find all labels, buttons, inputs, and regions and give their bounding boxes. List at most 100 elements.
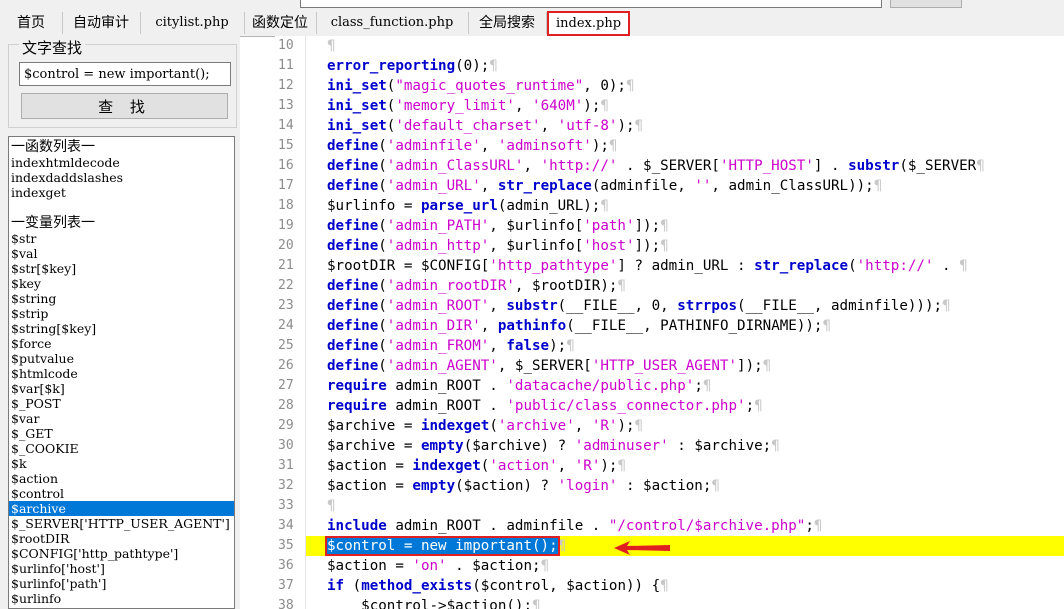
variable-list-item[interactable]: $var — [9, 411, 234, 426]
variable-list-item[interactable]: $str[$key] — [9, 261, 234, 276]
variable-list-item[interactable]: $archive — [9, 501, 234, 516]
tab-class-function-php[interactable]: class_function.php — [316, 12, 469, 34]
code-line[interactable]: error_reporting(0);¶ — [306, 56, 1064, 76]
tab-[interactable]: 全局搜索 — [468, 12, 547, 34]
code-line[interactable]: define('admin_ROOT', substr(__FILE__, 0,… — [306, 296, 1064, 316]
line-number: 17 — [278, 178, 294, 193]
code-line[interactable]: require admin_ROOT . 'public/class_conne… — [306, 396, 1064, 416]
variable-list-item[interactable]: $force — [9, 336, 234, 351]
code-text: ($action) ? — [455, 478, 558, 494]
code-line[interactable]: ini_set("magic_quotes_runtime", 0);¶ — [306, 76, 1064, 96]
code-string: 'admin_URL' — [386, 178, 481, 194]
variable-list-item[interactable]: $strip — [9, 306, 234, 321]
code-text: , — [480, 318, 498, 334]
code-line[interactable]: require admin_ROOT . 'datacache/public.p… — [306, 376, 1064, 396]
variable-list-item[interactable]: $_GET — [9, 426, 234, 441]
code-line[interactable]: define('admin_ClassURL', 'http://' . $_S… — [306, 156, 1064, 176]
variable-list-item[interactable]: $putvalue — [9, 351, 234, 366]
variable-list-item[interactable]: $control — [9, 486, 234, 501]
code-text: (__FILE__, 0, — [557, 298, 678, 314]
variable-list-item[interactable]: $action — [9, 471, 234, 486]
tab-index-php[interactable]: index.php — [547, 11, 630, 36]
variable-list-item[interactable]: $var[$k] — [9, 381, 234, 396]
code-line[interactable]: define('admin_http', $urlinfo['host']);¶ — [306, 236, 1064, 256]
code-line[interactable]: $action = indexget('action', 'R');¶ — [306, 456, 1064, 476]
pilcrow-mark: ¶ — [813, 518, 823, 534]
tab-[interactable]: 首页 — [0, 12, 63, 34]
code-line[interactable]: ¶ — [306, 496, 1064, 516]
code-text: ( — [378, 318, 387, 334]
variable-list-item[interactable]: $urlinfo — [9, 591, 234, 606]
variable-list-item[interactable]: $k — [9, 456, 234, 471]
variable-list-item[interactable]: $rootDIR — [9, 531, 234, 546]
variable-list-item[interactable]: $val — [9, 246, 234, 261]
code-line[interactable]: define('admin_DIR', pathinfo(__FILE__, P… — [306, 316, 1064, 336]
pilcrow-mark: ¶ — [762, 358, 772, 374]
code-line[interactable]: define('adminfile', 'adminsoft');¶ — [306, 136, 1064, 156]
line-number: 19 — [278, 218, 294, 233]
pilcrow-mark: ¶ — [634, 418, 644, 434]
variable-list-item[interactable]: $string — [9, 291, 234, 306]
code-string: 'HTTP_HOST' — [719, 158, 814, 174]
variable-list-item[interactable]: $urlinfo['host'] — [9, 561, 234, 576]
toolbar-button[interactable] — [890, 0, 962, 8]
red-arrow-annotation — [614, 541, 670, 555]
code-keyword: substr — [506, 298, 558, 314]
line-number: 15 — [278, 138, 294, 153]
code-line[interactable]: define('admin_URL', str_replace(adminfil… — [306, 176, 1064, 196]
code-line[interactable]: $action = 'on' . $action;¶ — [306, 556, 1064, 576]
code-line[interactable]: if (method_exists($control, $action)) {¶ — [306, 576, 1064, 596]
variable-list-item[interactable]: $key — [9, 276, 234, 291]
code-line[interactable]: $archive = indexget('archive', 'R');¶ — [306, 416, 1064, 436]
variable-list-item[interactable]: $_POST — [9, 396, 234, 411]
code-text: ( — [378, 278, 387, 294]
code-text: , — [557, 458, 575, 474]
code-text: admin_ROOT . adminfile . — [386, 518, 609, 534]
code-editor[interactable]: ¶ error_reporting(0);¶ ini_set("magic_quot… — [306, 36, 1064, 609]
code-line[interactable]: $archive = empty($archive) ? 'adminuser'… — [306, 436, 1064, 456]
variable-list-item[interactable]: $_SERVER['HTTP_USER_AGENT'] — [9, 516, 234, 531]
code-line[interactable]: define('admin_AGENT', $_SERVER['HTTP_USE… — [306, 356, 1064, 376]
code-text: ($_SERVER — [899, 158, 977, 174]
code-text: $control->$action(); — [327, 598, 532, 609]
search-input[interactable]: $control = new important(); — [19, 62, 231, 86]
symbol-list[interactable]: 一函数列表一 indexhtmldecode indexdaddslashes ind… — [8, 136, 235, 609]
code-line[interactable]: $action = empty($action) ? 'login' : $ac… — [306, 476, 1064, 496]
code-keyword: define — [327, 218, 379, 234]
code-line[interactable]: define('admin_FROM', false);¶ — [306, 336, 1064, 356]
code-line[interactable]: $control = new important();¶ — [306, 536, 1064, 556]
tab-[interactable]: 自动审计 — [62, 12, 141, 34]
function-list-item[interactable]: indexhtmldecode — [9, 155, 234, 170]
tab-[interactable]: 函数定位 — [244, 12, 317, 34]
code-line[interactable]: $rootDIR = $CONFIG['http_pathtype'] ? ad… — [306, 256, 1064, 276]
sidebar: 文字查找 $control = new important(); 查 找 一函数… — [0, 36, 240, 609]
variable-list-item[interactable]: $urlinfo['path'] — [9, 576, 234, 591]
variable-list-item[interactable]: $str — [9, 231, 234, 246]
variable-list-item[interactable]: $_COOKIE — [9, 441, 234, 456]
code-line[interactable]: include admin_ROOT . adminfile . "/contr… — [306, 516, 1064, 536]
code-line[interactable]: define('admin_PATH', $urlinfo['path']);¶ — [306, 216, 1064, 236]
code-text: admin_ROOT . — [386, 398, 507, 414]
code-line[interactable]: ¶ — [306, 36, 1064, 56]
path-input[interactable] — [300, 0, 882, 8]
function-list-item[interactable]: indexdaddslashes — [9, 170, 234, 185]
function-list-item[interactable]: indexget — [9, 185, 234, 200]
variable-list-item[interactable]: $string[$key] — [9, 321, 234, 336]
code-keyword: define — [327, 238, 379, 254]
code-line[interactable]: define('admin_rootDIR', $rootDIR);¶ — [306, 276, 1064, 296]
variable-list-item[interactable]: $CONFIG['http_pathtype'] — [9, 546, 234, 561]
search-button[interactable]: 查 找 — [21, 93, 228, 119]
text-search-title: 文字查找 — [19, 37, 86, 58]
code-line[interactable]: $urlinfo = parse_url(admin_URL);¶ — [306, 196, 1064, 216]
code-line[interactable]: $control->$action();¶ — [306, 596, 1064, 609]
pilcrow-mark: ¶ — [634, 118, 644, 134]
code-line[interactable]: ini_set('default_charset', 'utf-8');¶ — [306, 116, 1064, 136]
code-string: 'public/class_connector.php' — [506, 398, 746, 414]
code-string: 'utf-8' — [557, 118, 618, 134]
code-line[interactable]: ini_set('memory_limit', '640M');¶ — [306, 96, 1064, 116]
code-string: 'datacache/public.php' — [506, 378, 695, 394]
code-keyword: define — [327, 298, 379, 314]
tab-citylist-php[interactable]: citylist.php — [140, 12, 245, 34]
variable-list-item[interactable]: $htmlcode — [9, 366, 234, 381]
code-string: 'host' — [583, 238, 635, 254]
